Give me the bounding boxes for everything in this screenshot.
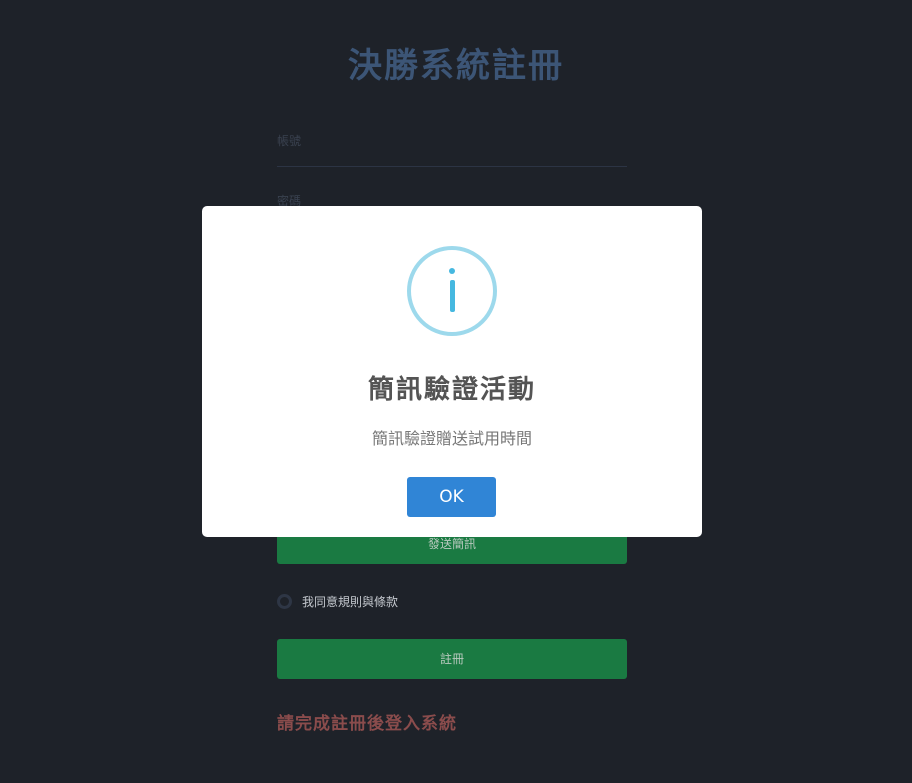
info-dialog: 簡訊驗證活動 簡訊驗證贈送試用時間 OK: [202, 206, 702, 537]
dialog-text: 簡訊驗證贈送試用時間: [371, 429, 532, 448]
registration-page: 決勝系統註冊 帳號 密碼 發送簡訊 我同意規則與條款 註冊 請完成註冊後登入系統…: [0, 0, 912, 783]
ok-button[interactable]: OK: [407, 477, 496, 517]
info-icon-dot: [449, 268, 455, 274]
info-icon-stem: [449, 280, 455, 312]
dialog-title: 簡訊驗證活動: [367, 375, 536, 405]
info-icon: [407, 246, 497, 336]
